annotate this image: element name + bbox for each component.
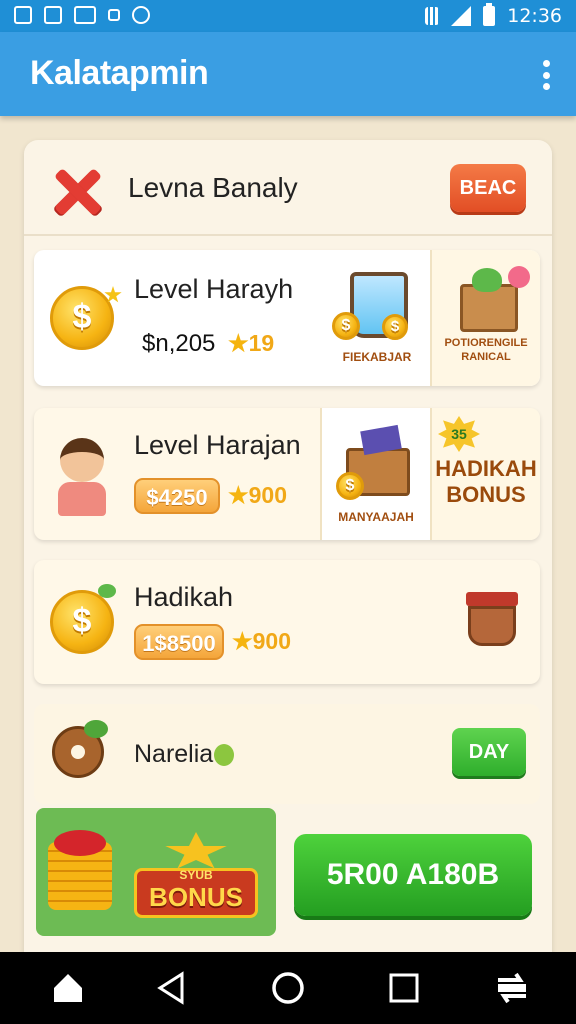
- clock: 12:36: [507, 5, 562, 27]
- offer-row-1[interactable]: $ Level Harayh $n,205 ★19 $ $ FIEKABJAR …: [34, 250, 540, 386]
- menu-dots-icon[interactable]: [542, 60, 550, 90]
- offer-row-3[interactable]: $ Hadikah 1$8500 ★900: [34, 560, 540, 684]
- close-icon[interactable]: [52, 166, 102, 216]
- offer-title: Hadikah: [134, 582, 234, 612]
- offer-stars: ★900: [228, 482, 287, 508]
- notification-image-icon: [14, 6, 32, 24]
- notification-chart-icon: [44, 6, 62, 24]
- badge-main-label: BONUS: [149, 882, 243, 912]
- offer-price: $4250: [134, 478, 220, 514]
- star-icon: ★: [228, 330, 249, 356]
- panel-header: Levna Banaly BEAC: [24, 140, 552, 236]
- offer-tile-basket[interactable]: POTIORENGILE RANICAL: [430, 250, 540, 386]
- header-action-button[interactable]: BEAC: [450, 164, 526, 212]
- offer-title: Narelia: [134, 740, 214, 768]
- badge-top-label: SYUB: [179, 868, 213, 882]
- battery-icon: [483, 3, 496, 26]
- offer-title: Level Harayh: [134, 274, 294, 304]
- notification-square-icon: [108, 9, 120, 21]
- promo-banner[interactable]: SYUB BONUS: [36, 808, 276, 936]
- pot-icon: [464, 592, 520, 648]
- switch-icon[interactable]: [494, 970, 530, 1006]
- coin-icon: $: [336, 472, 364, 500]
- back-icon[interactable]: [154, 970, 190, 1006]
- bonus-badge: SYUB BONUS: [128, 832, 264, 924]
- leaf-icon: [84, 720, 108, 738]
- coin-icon: $: [50, 286, 114, 350]
- offer-stars: ★19: [228, 330, 275, 356]
- notification-card-icon: [74, 6, 96, 24]
- leaf-icon: [98, 584, 116, 598]
- recents-icon[interactable]: [386, 970, 422, 1006]
- day-button[interactable]: DAY: [452, 728, 526, 776]
- gem-icon: [54, 830, 106, 856]
- burst-badge: 35: [438, 416, 480, 452]
- offer-stars: ★900: [232, 628, 291, 654]
- notification-location-icon: [132, 6, 150, 24]
- app-bar: Kalatapmin: [0, 32, 576, 116]
- offer-tile-chest[interactable]: $ MANYAAJAH: [320, 408, 430, 540]
- network-icon: [425, 7, 440, 25]
- offer-row-4[interactable]: Narelia DAY: [34, 704, 540, 804]
- panel-title: Levna Banaly: [128, 172, 298, 203]
- offer-tile-bucket[interactable]: $ $ FIEKABJAR: [324, 250, 430, 386]
- offer-price: $n,205: [142, 330, 216, 357]
- coin-icon: $: [332, 312, 360, 340]
- promo-cta-button[interactable]: 5R00 A180B: [294, 834, 532, 916]
- candy-icon: [508, 266, 530, 288]
- tile-label: MANYAAJAH: [338, 510, 414, 524]
- system-nav-bar: [0, 952, 576, 1024]
- app-title: Kalatapmin: [30, 54, 209, 92]
- offer-price: 1$8500: [134, 624, 224, 660]
- coin-icon: $: [382, 314, 408, 340]
- tile-label: FIEKABJAR: [342, 350, 412, 364]
- tile-label: HADIKAH BONUS: [435, 456, 537, 507]
- avatar: [54, 438, 110, 516]
- lime-icon: [214, 744, 234, 766]
- tile-label: POTIORENGILE RANICAL: [444, 337, 528, 363]
- status-bar: 12:36: [0, 0, 576, 32]
- offer-tile-bonus[interactable]: 35 HADIKAH BONUS: [430, 408, 540, 540]
- star-icon: ★: [232, 628, 253, 654]
- offer-title: Level Harajan: [134, 430, 301, 460]
- home-icon[interactable]: [50, 970, 86, 1006]
- signal-icon: [451, 6, 472, 26]
- leaf-icon: [472, 268, 502, 292]
- coin-icon: $: [50, 590, 114, 654]
- shop-panel: Levna Banaly BEAC $ Level Harayh $n,205 …: [24, 140, 552, 980]
- offer-row-2[interactable]: Level Harajan $4250 ★900 $ MANYAAJAH 35 …: [34, 408, 540, 540]
- circle-home-icon[interactable]: [270, 970, 306, 1006]
- star-icon: ★: [228, 482, 249, 508]
